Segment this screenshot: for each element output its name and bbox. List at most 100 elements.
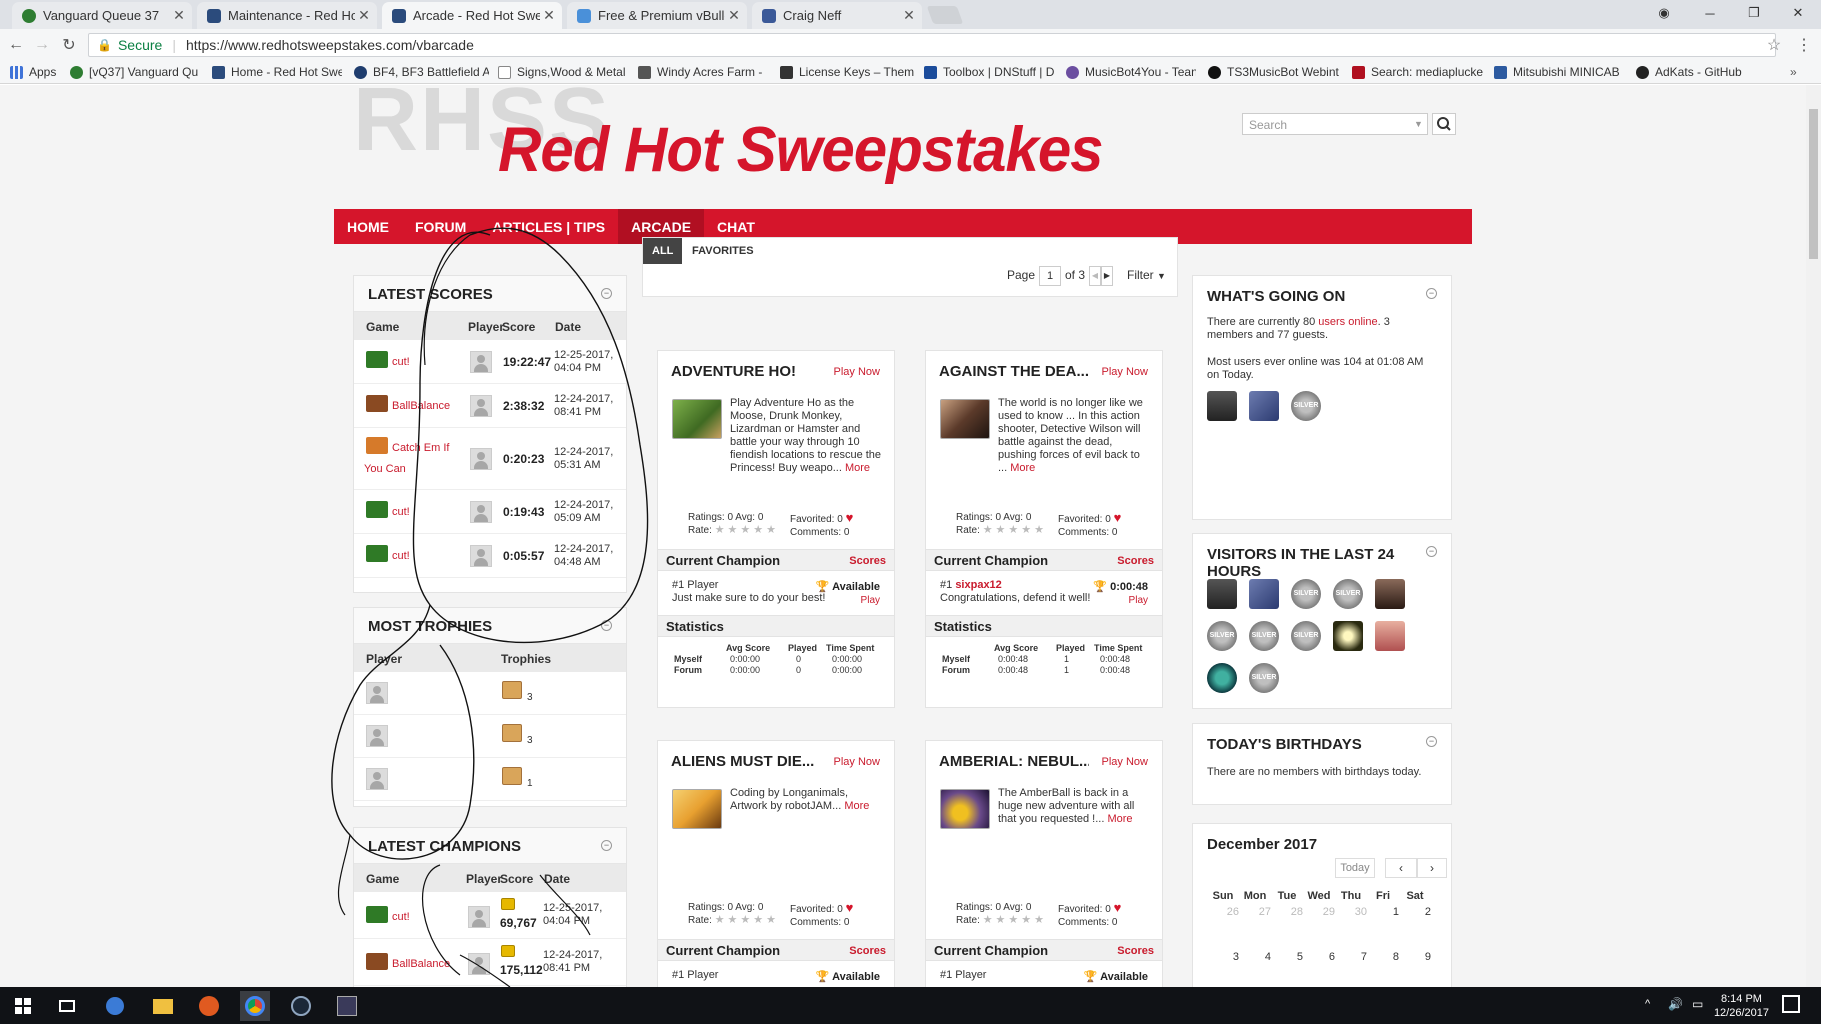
calendar-day[interactable]: 3 [1207, 951, 1239, 963]
forward-arrow-icon[interactable]: → [31, 34, 53, 56]
browser-tab-active[interactable]: Arcade - Red Hot Sweep ✕ [382, 2, 562, 29]
silver-badge-icon[interactable]: SILVER [1207, 621, 1237, 651]
next-month-icon[interactable]: › [1417, 858, 1447, 878]
avatar[interactable] [470, 395, 492, 417]
game-thumbnail-icon[interactable] [366, 437, 388, 454]
collapse-icon[interactable]: − [1426, 288, 1437, 299]
bookmark-item[interactable]: Signs,Wood & Metal [498, 63, 628, 81]
calendar-day[interactable]: 1 [1367, 906, 1399, 918]
avatar[interactable] [468, 953, 490, 975]
close-window-button[interactable]: ✕ [1777, 0, 1819, 26]
calendar-day[interactable]: 27 [1239, 906, 1271, 918]
profile-icon[interactable]: ◉ [1643, 0, 1685, 26]
more-link[interactable]: More [1107, 813, 1132, 825]
scores-link[interactable]: Scores [1117, 555, 1154, 567]
tab-close-icon[interactable]: ✕ [355, 7, 373, 24]
prev-month-icon[interactable]: ‹ [1385, 858, 1417, 878]
avatar[interactable] [468, 906, 490, 928]
game-thumbnail[interactable] [940, 399, 990, 439]
minimize-button[interactable]: ─ [1689, 0, 1731, 26]
heart-icon[interactable]: ♥ [846, 900, 854, 915]
tray-chevron-icon[interactable]: ^ [1645, 998, 1650, 1010]
avatar[interactable] [366, 768, 388, 790]
game-thumbnail[interactable] [940, 789, 990, 829]
tab-close-icon[interactable]: ✕ [170, 7, 188, 24]
heart-icon[interactable]: ♥ [846, 510, 854, 525]
bookmark-item[interactable]: Search: mediaplucke [1352, 63, 1487, 81]
avatar[interactable] [470, 351, 492, 373]
prev-page-icon[interactable]: ◀ [1089, 266, 1101, 286]
more-link[interactable]: More [845, 462, 870, 474]
silver-badge-icon[interactable]: SILVER [1249, 621, 1279, 651]
calendar-day[interactable]: 2 [1399, 906, 1431, 918]
rating-stars-icon[interactable]: ★★★★★ [983, 914, 1047, 926]
game-thumbnail-icon[interactable] [366, 395, 388, 412]
game-link-line2[interactable]: You Can [364, 463, 406, 475]
tab-close-icon[interactable]: ✕ [725, 7, 743, 24]
volume-icon[interactable]: 🔊 [1668, 997, 1683, 1011]
game-link[interactable]: cut! [392, 911, 410, 923]
more-link[interactable]: More [1010, 462, 1035, 474]
collapse-icon[interactable]: − [601, 840, 612, 851]
game-link[interactable]: BallBalance [392, 400, 450, 412]
windows-start-icon[interactable] [8, 991, 38, 1021]
calendar-day[interactable]: 29 [1303, 906, 1335, 918]
silver-badge-icon[interactable]: SILVER [1249, 663, 1279, 693]
calendar-day[interactable]: 9 [1399, 951, 1431, 963]
notifications-icon[interactable] [1782, 995, 1800, 1013]
avatar[interactable] [1375, 579, 1405, 609]
game-link[interactable]: cut! [392, 506, 410, 518]
calendar-day[interactable]: 26 [1207, 906, 1239, 918]
calendar-day[interactable]: 28 [1271, 906, 1303, 918]
nav-articles-tips[interactable]: ARTICLES | TIPS [479, 209, 618, 244]
calendar-day[interactable]: 7 [1335, 951, 1367, 963]
steam-icon[interactable] [286, 991, 316, 1021]
calendar-day[interactable]: 30 [1335, 906, 1367, 918]
avatar[interactable] [1207, 579, 1237, 609]
play-now-link[interactable]: Play Now [1102, 756, 1148, 768]
avatar[interactable] [470, 448, 492, 470]
avatar[interactable] [1207, 663, 1237, 693]
avatar[interactable] [1249, 391, 1279, 421]
silver-badge-icon[interactable]: SILVER [1291, 621, 1321, 651]
app-icon[interactable] [332, 991, 362, 1021]
scores-link[interactable]: Scores [1117, 945, 1154, 957]
menu-kebab-icon[interactable]: ⋮ [1793, 34, 1815, 56]
collapse-icon[interactable]: − [601, 620, 612, 631]
restore-button[interactable]: ❐ [1733, 0, 1775, 26]
game-title[interactable]: AGAINST THE DEA... [939, 363, 1089, 380]
bookmark-item[interactable]: [vQ37] Vanguard Qu [70, 63, 200, 81]
game-title[interactable]: ADVENTURE HO! [671, 363, 821, 380]
tab-all[interactable]: ALL [643, 238, 683, 264]
url-field[interactable]: 🔒 Secure | https://www.redhotsweepstakes… [88, 33, 1776, 57]
heart-icon[interactable]: ♥ [1114, 510, 1122, 525]
browser-tab[interactable]: Maintenance - Red Hot S ✕ [197, 2, 377, 29]
back-arrow-icon[interactable]: ← [5, 34, 27, 56]
calendar-day[interactable]: 6 [1303, 951, 1335, 963]
search-input[interactable]: Search [1242, 113, 1412, 135]
rating-stars-icon[interactable]: ★★★★★ [983, 524, 1047, 536]
game-title[interactable]: ALIENS MUST DIE... [671, 753, 821, 770]
game-thumbnail-icon[interactable] [366, 351, 388, 368]
media-player-icon[interactable] [194, 991, 224, 1021]
bookmark-item[interactable]: Home - Red Hot Swe [212, 63, 342, 81]
task-view-icon[interactable] [52, 991, 82, 1021]
bookmark-item[interactable]: TS3MusicBot Webint [1208, 63, 1343, 81]
search-button[interactable] [1432, 113, 1456, 135]
rating-stars-icon[interactable]: ★★★★★ [715, 524, 779, 536]
silver-badge-icon[interactable]: SILVER [1291, 579, 1321, 609]
bookmark-item[interactable]: MusicBot4You - Tean [1066, 63, 1196, 81]
scores-link[interactable]: Scores [849, 945, 886, 957]
play-now-link[interactable]: Play Now [834, 756, 880, 768]
today-button[interactable]: Today [1335, 858, 1375, 878]
file-explorer-icon[interactable] [148, 991, 178, 1021]
new-tab-button[interactable] [926, 6, 964, 24]
bookmark-star-icon[interactable]: ☆ [1763, 34, 1785, 56]
tab-close-icon[interactable]: ✕ [900, 7, 918, 24]
bookmarks-overflow-icon[interactable]: » [1790, 63, 1804, 81]
game-link[interactable]: cut! [392, 356, 410, 368]
game-link[interactable]: cut! [392, 550, 410, 562]
filter-button[interactable]: Filter ▼ [1127, 268, 1166, 282]
avatar[interactable] [1333, 621, 1363, 651]
bookmark-item[interactable]: BF4, BF3 Battlefield A [354, 63, 489, 81]
